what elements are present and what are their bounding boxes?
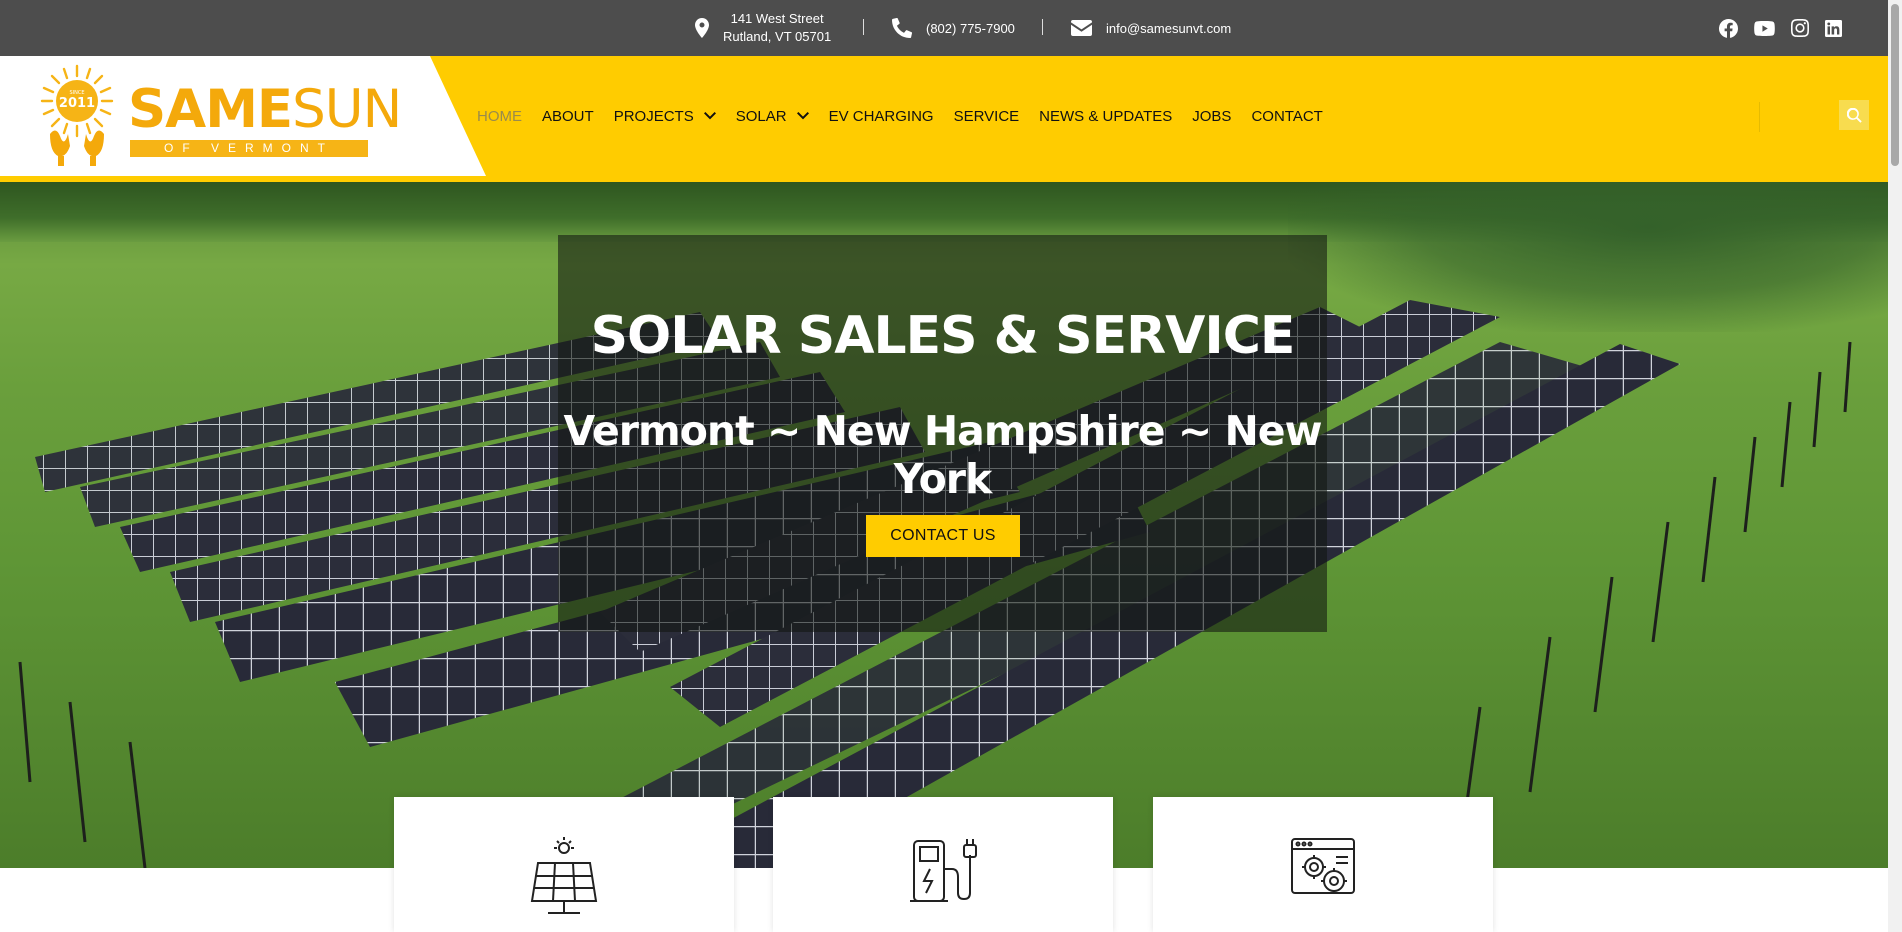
contact-us-button[interactable]: CONTACT US — [866, 515, 1020, 557]
nav-label: SOLAR — [735, 107, 787, 125]
nav-jobs[interactable]: JOBS — [1192, 108, 1231, 125]
scrollbar-thumb[interactable] — [1891, 4, 1899, 166]
chevron-down-icon — [796, 112, 809, 120]
nav-label: HOME — [477, 107, 522, 125]
logo-name-bold: SAME — [128, 79, 293, 140]
address-line-1: 141 West Street — [730, 11, 824, 26]
logo[interactable]: SINCE 2011 SAMESUN OF VERMONT — [0, 56, 486, 176]
nav-home[interactable]: HOME — [477, 108, 522, 125]
nav-ev-charging[interactable]: EV CHARGING — [829, 108, 934, 125]
nav-contact[interactable]: CONTACT — [1251, 108, 1322, 125]
nav-label: CONTACT — [1251, 107, 1323, 125]
service-card-solar[interactable] — [394, 797, 734, 932]
hero-title: SOLAR SALES & SERVICE — [590, 306, 1296, 366]
hero-section: SOLAR SALES & SERVICE Vermont ~ New Hamp… — [0, 182, 1888, 868]
logo-badge-year: 2011 — [59, 96, 95, 111]
social-links — [1719, 0, 1842, 56]
phone-number[interactable]: (802) 775-7900 — [926, 21, 1015, 36]
search-icon — [1846, 107, 1862, 123]
linkedin-icon[interactable] — [1825, 19, 1842, 37]
sun-hands-logo-icon: SINCE 2011 — [40, 64, 114, 166]
chevron-down-icon — [703, 112, 716, 120]
service-card-maintenance[interactable] — [1153, 797, 1493, 932]
email[interactable]: info@samesunvt.com — [1071, 0, 1231, 56]
nav-news-updates[interactable]: NEWS & UPDATES — [1039, 108, 1172, 125]
page-scrollbar[interactable] — [1888, 0, 1902, 932]
service-card-ev-charging[interactable] — [773, 797, 1113, 932]
instagram-icon[interactable] — [1791, 19, 1809, 37]
map-marker-icon — [695, 18, 709, 38]
search-button[interactable] — [1839, 100, 1869, 130]
nav-label: ABOUT — [542, 107, 594, 125]
envelope-icon — [1071, 20, 1092, 36]
header-divider — [1759, 102, 1760, 132]
hero-subtitle: Vermont ~ New Hampshire ~ New York — [563, 407, 1323, 503]
top-contact-bar: 141 West Street Rutland, VT 05701 (802) … — [0, 0, 1888, 56]
logo-tagline: OF VERMONT — [130, 140, 368, 157]
youtube-icon[interactable] — [1754, 20, 1775, 36]
phone[interactable]: (802) 775-7900 — [892, 0, 1015, 56]
nav-service[interactable]: SERVICE — [954, 108, 1020, 125]
solar-panel-icon — [530, 837, 598, 914]
phone-icon — [892, 18, 912, 38]
main-navigation: HOME ABOUT PROJECTS SOLAR EV CHARGING SE… — [477, 56, 1323, 176]
nav-label: PROJECTS — [613, 107, 694, 125]
nav-label: EV CHARGING — [828, 107, 934, 125]
email-address[interactable]: info@samesunvt.com — [1106, 21, 1231, 36]
logo-name-light: SUN — [292, 79, 402, 140]
nav-label: SERVICE — [953, 107, 1020, 125]
separator — [1042, 19, 1043, 35]
logo-wordmark: SAMESUN — [128, 83, 402, 136]
nav-label: JOBS — [1192, 107, 1232, 125]
nav-projects[interactable]: PROJECTS — [614, 108, 716, 125]
service-gear-icon — [1291, 838, 1355, 894]
site-header: SINCE 2011 SAMESUN OF VERMONT HOME ABOUT… — [0, 56, 1888, 182]
nav-solar[interactable]: SOLAR — [736, 108, 809, 125]
separator — [863, 19, 864, 35]
nav-about[interactable]: ABOUT — [542, 108, 594, 125]
nav-label: NEWS & UPDATES — [1039, 107, 1173, 125]
facebook-icon[interactable] — [1719, 18, 1738, 38]
address-line-2: Rutland, VT 05701 — [723, 29, 832, 44]
ev-charger-icon — [910, 839, 977, 902]
address: 141 West Street Rutland, VT 05701 — [695, 0, 831, 56]
